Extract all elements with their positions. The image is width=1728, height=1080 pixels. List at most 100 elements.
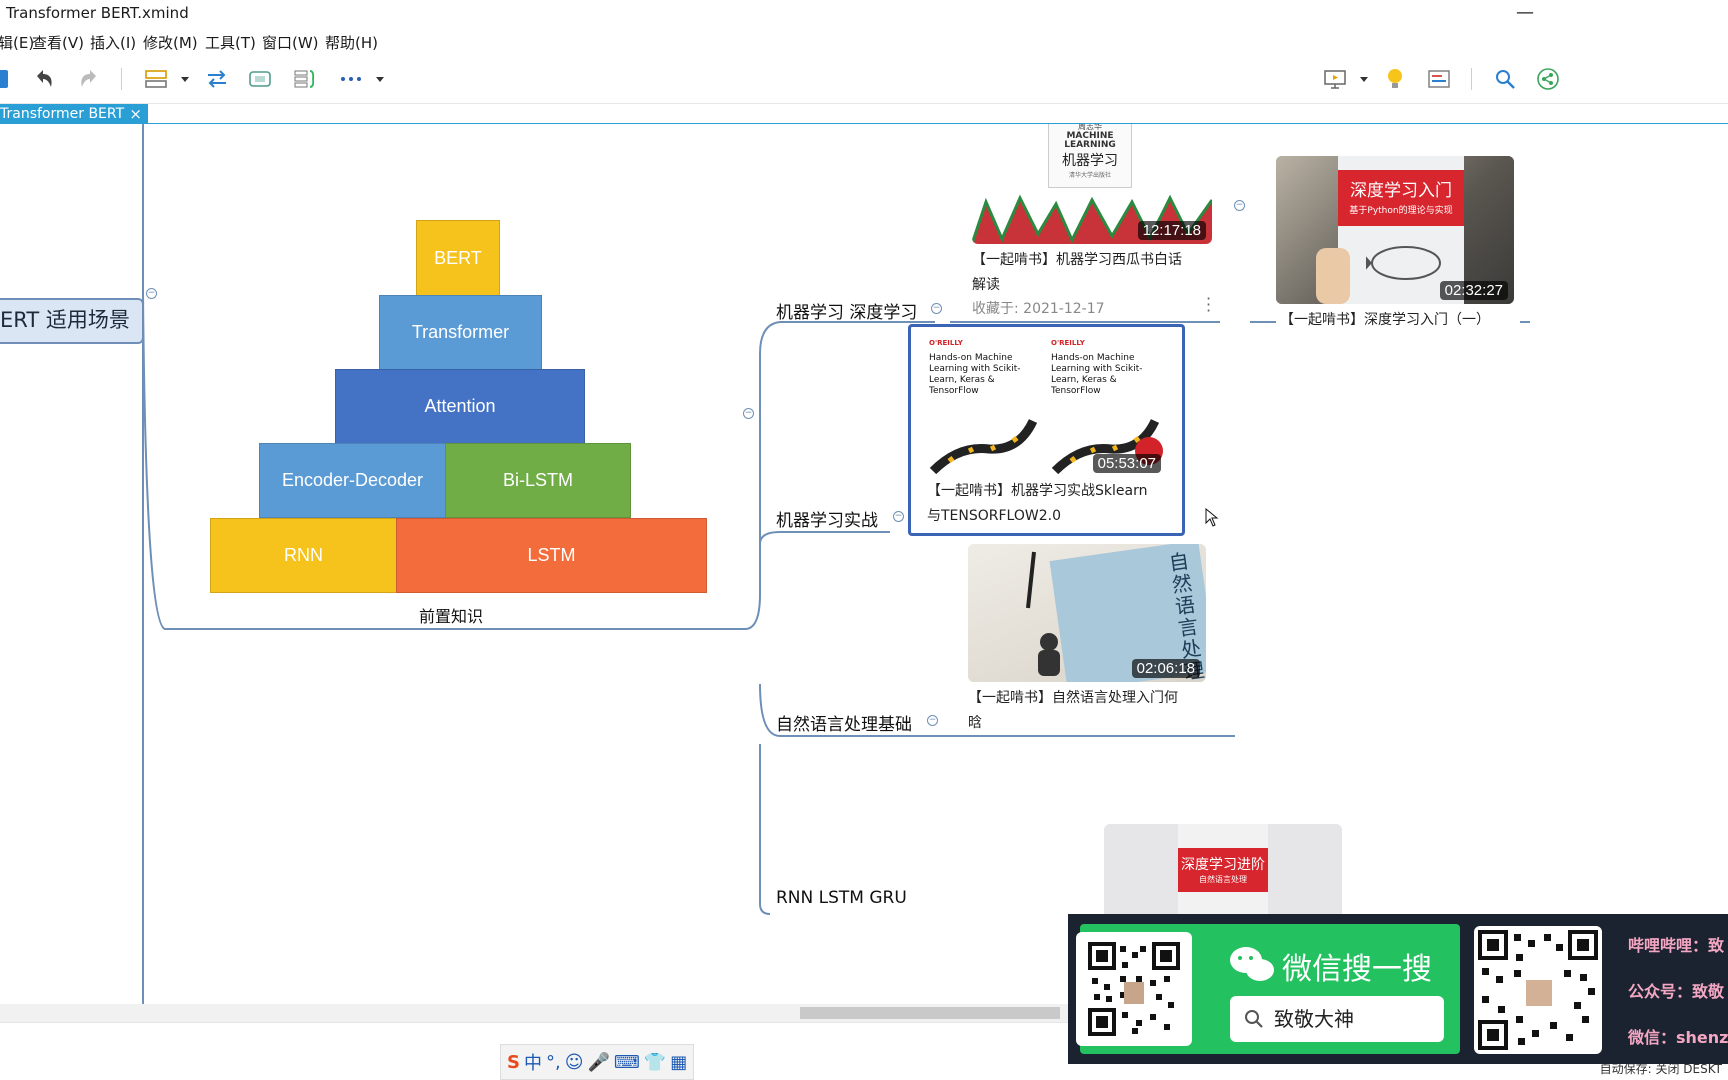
- wechat-logo-icon: [1230, 947, 1274, 981]
- wechat-search-title: 微信搜一搜: [1282, 952, 1432, 987]
- video-title: 【一起啃书】自然语言处理入门何 晗: [968, 686, 1208, 736]
- book-title-cn: 深度学习入门: [1350, 181, 1452, 201]
- collapse-toggle[interactable]: −: [1234, 200, 1245, 211]
- ime-chinese-mode[interactable]: 中: [524, 1049, 542, 1075]
- branch-nlp-basics[interactable]: 自然语言处理基础: [776, 710, 912, 735]
- ime-keyboard-icon[interactable]: ⌨: [614, 1052, 640, 1073]
- video-title: 【一起啃书】深度学习入门（一）: [1280, 312, 1490, 328]
- prerequisites-caption[interactable]: 前置知识: [419, 603, 483, 627]
- root-topic[interactable]: ERT 适用场景: [0, 298, 144, 344]
- relationship-icon[interactable]: [204, 64, 230, 94]
- pyramid-transformer: Transformer: [379, 295, 542, 370]
- pyramid-rnn: RNN: [210, 518, 397, 593]
- menu-modify[interactable]: 修改(M): [143, 32, 198, 53]
- video-card-dl-intro[interactable]: 深度学习入门 基于Python的理论与实现 02:32:27 【一起啃书】深度学…: [1276, 156, 1520, 328]
- menu-bar: 辑(E) 查看(V) 插入(I) 修改(M) 工具(T) 窗口(W) 帮助(H): [0, 28, 1728, 54]
- chevron-down-icon[interactable]: [373, 64, 387, 94]
- more-vertical-icon[interactable]: · · ·: [1206, 291, 1211, 319]
- book-publisher: 清华大学出版社: [1068, 172, 1111, 179]
- presentation-icon[interactable]: [1322, 64, 1348, 94]
- ime-voice-icon[interactable]: 🎤: [587, 1052, 609, 1073]
- ime-toolbar[interactable]: S 中 °, ☺ 🎤 ⌨ 👕 ▦: [500, 1044, 695, 1080]
- share-icon[interactable]: [1535, 64, 1561, 94]
- hand-image: [1316, 248, 1350, 304]
- collapse-toggle[interactable]: −: [931, 303, 942, 314]
- menu-help[interactable]: 帮助(H): [325, 32, 378, 53]
- pyramid-bilstm: Bi-LSTM: [445, 443, 631, 518]
- book-title-cn: 深度学习进阶: [1181, 857, 1265, 873]
- video-title-line: 【一起啃书】自然语言处理入门何: [968, 690, 1178, 706]
- book-cover: 周志华 MACHINE LEARNING 机器学习 清华大学出版社: [1048, 124, 1132, 188]
- bilibili-label: 哔哩哔哩：致: [1628, 936, 1725, 955]
- ime-punctuation[interactable]: °,: [546, 1052, 561, 1073]
- mouse-cursor: [1205, 508, 1219, 527]
- save-icon[interactable]: [0, 64, 10, 94]
- pen-image: [1026, 551, 1036, 609]
- menu-edit[interactable]: 辑(E): [0, 32, 34, 53]
- video-title: 【一起啃书】机器学习西瓜书白话 解读: [972, 248, 1212, 298]
- ime-menu-icon[interactable]: ▦: [670, 1052, 687, 1073]
- figurine-image: [1038, 633, 1060, 676]
- tab-bar: Transformer BERT ×: [0, 104, 1728, 126]
- qr-code-left: [1076, 932, 1192, 1046]
- scrollbar-thumb[interactable]: [800, 1007, 1060, 1019]
- topic-icon[interactable]: [143, 64, 169, 94]
- pyramid-bert: BERT: [416, 220, 500, 296]
- video-thumbnail: 周志华 MACHINE LEARNING 机器学习 清华大学出版社 12:17:…: [972, 124, 1212, 244]
- lightbulb-icon[interactable]: [1382, 64, 1408, 94]
- minimize-button[interactable]: —: [1516, 2, 1534, 23]
- search-icon[interactable]: [1492, 64, 1518, 94]
- qr-code-right: [1474, 926, 1602, 1054]
- book-subtitle: 自然语言处理: [1199, 875, 1247, 884]
- menu-view[interactable]: 查看(V): [32, 32, 84, 53]
- chevron-down-icon[interactable]: [178, 64, 192, 94]
- video-card-handson[interactable]: O'REILLY Hands-on Machine Learning with …: [908, 324, 1185, 536]
- video-title-line: 【一起啃书】机器学习实战Sklearn: [927, 483, 1148, 499]
- pyramid-lstm: LSTM: [396, 518, 707, 593]
- tab-label: Transformer BERT: [0, 106, 125, 122]
- wechat-search-box: 致敬大神: [1230, 996, 1444, 1042]
- video-duration: 05:53:07: [1092, 454, 1161, 473]
- ime-emoji-icon[interactable]: ☺: [565, 1052, 584, 1073]
- undo-icon[interactable]: [32, 64, 56, 94]
- window-title: Transformer BERT.xmind: [6, 4, 189, 22]
- fish-illustration: [1366, 246, 1441, 280]
- video-card-nlp-intro[interactable]: 自然语言处理入门 02:06:18 【一起啃书】自然语言处理入门何 晗: [968, 544, 1216, 734]
- video-duration: 12:17:18: [1137, 221, 1206, 240]
- video-title: 【一起啃书】机器学习实战Sklearn 与TENSORFLOW2.0: [927, 479, 1167, 529]
- book-subtitle: 基于Python的理论与实现: [1349, 206, 1453, 216]
- ime-skin-icon[interactable]: 👕: [644, 1052, 666, 1073]
- collapse-toggle[interactable]: −: [893, 511, 904, 522]
- mindmap-canvas[interactable]: ERT 适用场景 − BERT Transformer Attention En…: [0, 124, 1728, 1004]
- tab-transformer-bert[interactable]: Transformer BERT ×: [0, 104, 148, 124]
- branch-rnn-lstm-gru[interactable]: RNN LSTM GRU: [776, 888, 907, 908]
- video-card-xigua[interactable]: 周志华 MACHINE LEARNING 机器学习 清华大学出版社 12:17:…: [970, 124, 1216, 320]
- video-title-line: 晗: [968, 715, 982, 731]
- book-title: Hands-on Machine Learning with Scikit-Le…: [929, 353, 1021, 396]
- video-thumbnail: 深度学习入门 基于Python的理论与实现 02:32:27: [1276, 156, 1514, 304]
- summary-icon[interactable]: [292, 64, 318, 94]
- xmind-window: { "window": { "title": "Transformer BERT…: [0, 0, 1728, 1080]
- close-icon[interactable]: ×: [129, 104, 142, 124]
- boundary-icon[interactable]: [247, 64, 273, 94]
- collapse-toggle[interactable]: −: [146, 288, 157, 299]
- more-icon[interactable]: [338, 64, 364, 94]
- collapse-toggle[interactable]: −: [927, 715, 938, 726]
- menu-tools[interactable]: 工具(T): [205, 32, 256, 53]
- menu-insert[interactable]: 插入(I): [90, 32, 136, 53]
- pyramid-encoder-decoder: Encoder-Decoder: [259, 443, 446, 518]
- branch-ml-practice[interactable]: 机器学习实战: [776, 506, 878, 531]
- outline-icon[interactable]: [1426, 64, 1452, 94]
- pyramid-attention: Attention: [335, 369, 585, 444]
- video-title-line: 解读: [972, 277, 1000, 293]
- branch-ml-dl[interactable]: 机器学习 深度学习: [776, 298, 917, 323]
- sogou-logo-icon[interactable]: S: [507, 1052, 520, 1073]
- chevron-down-icon[interactable]: [1357, 64, 1371, 94]
- menu-window[interactable]: 窗口(W): [262, 32, 319, 53]
- search-icon: [1245, 1010, 1263, 1028]
- redo-icon[interactable]: [77, 64, 101, 94]
- book-title-en: MACHINE LEARNING: [1064, 131, 1116, 150]
- book-publisher: O'REILLY: [1051, 339, 1085, 347]
- collapse-toggle[interactable]: −: [743, 408, 754, 419]
- book-title: Hands-on Machine Learning with Scikit-Le…: [1051, 353, 1143, 396]
